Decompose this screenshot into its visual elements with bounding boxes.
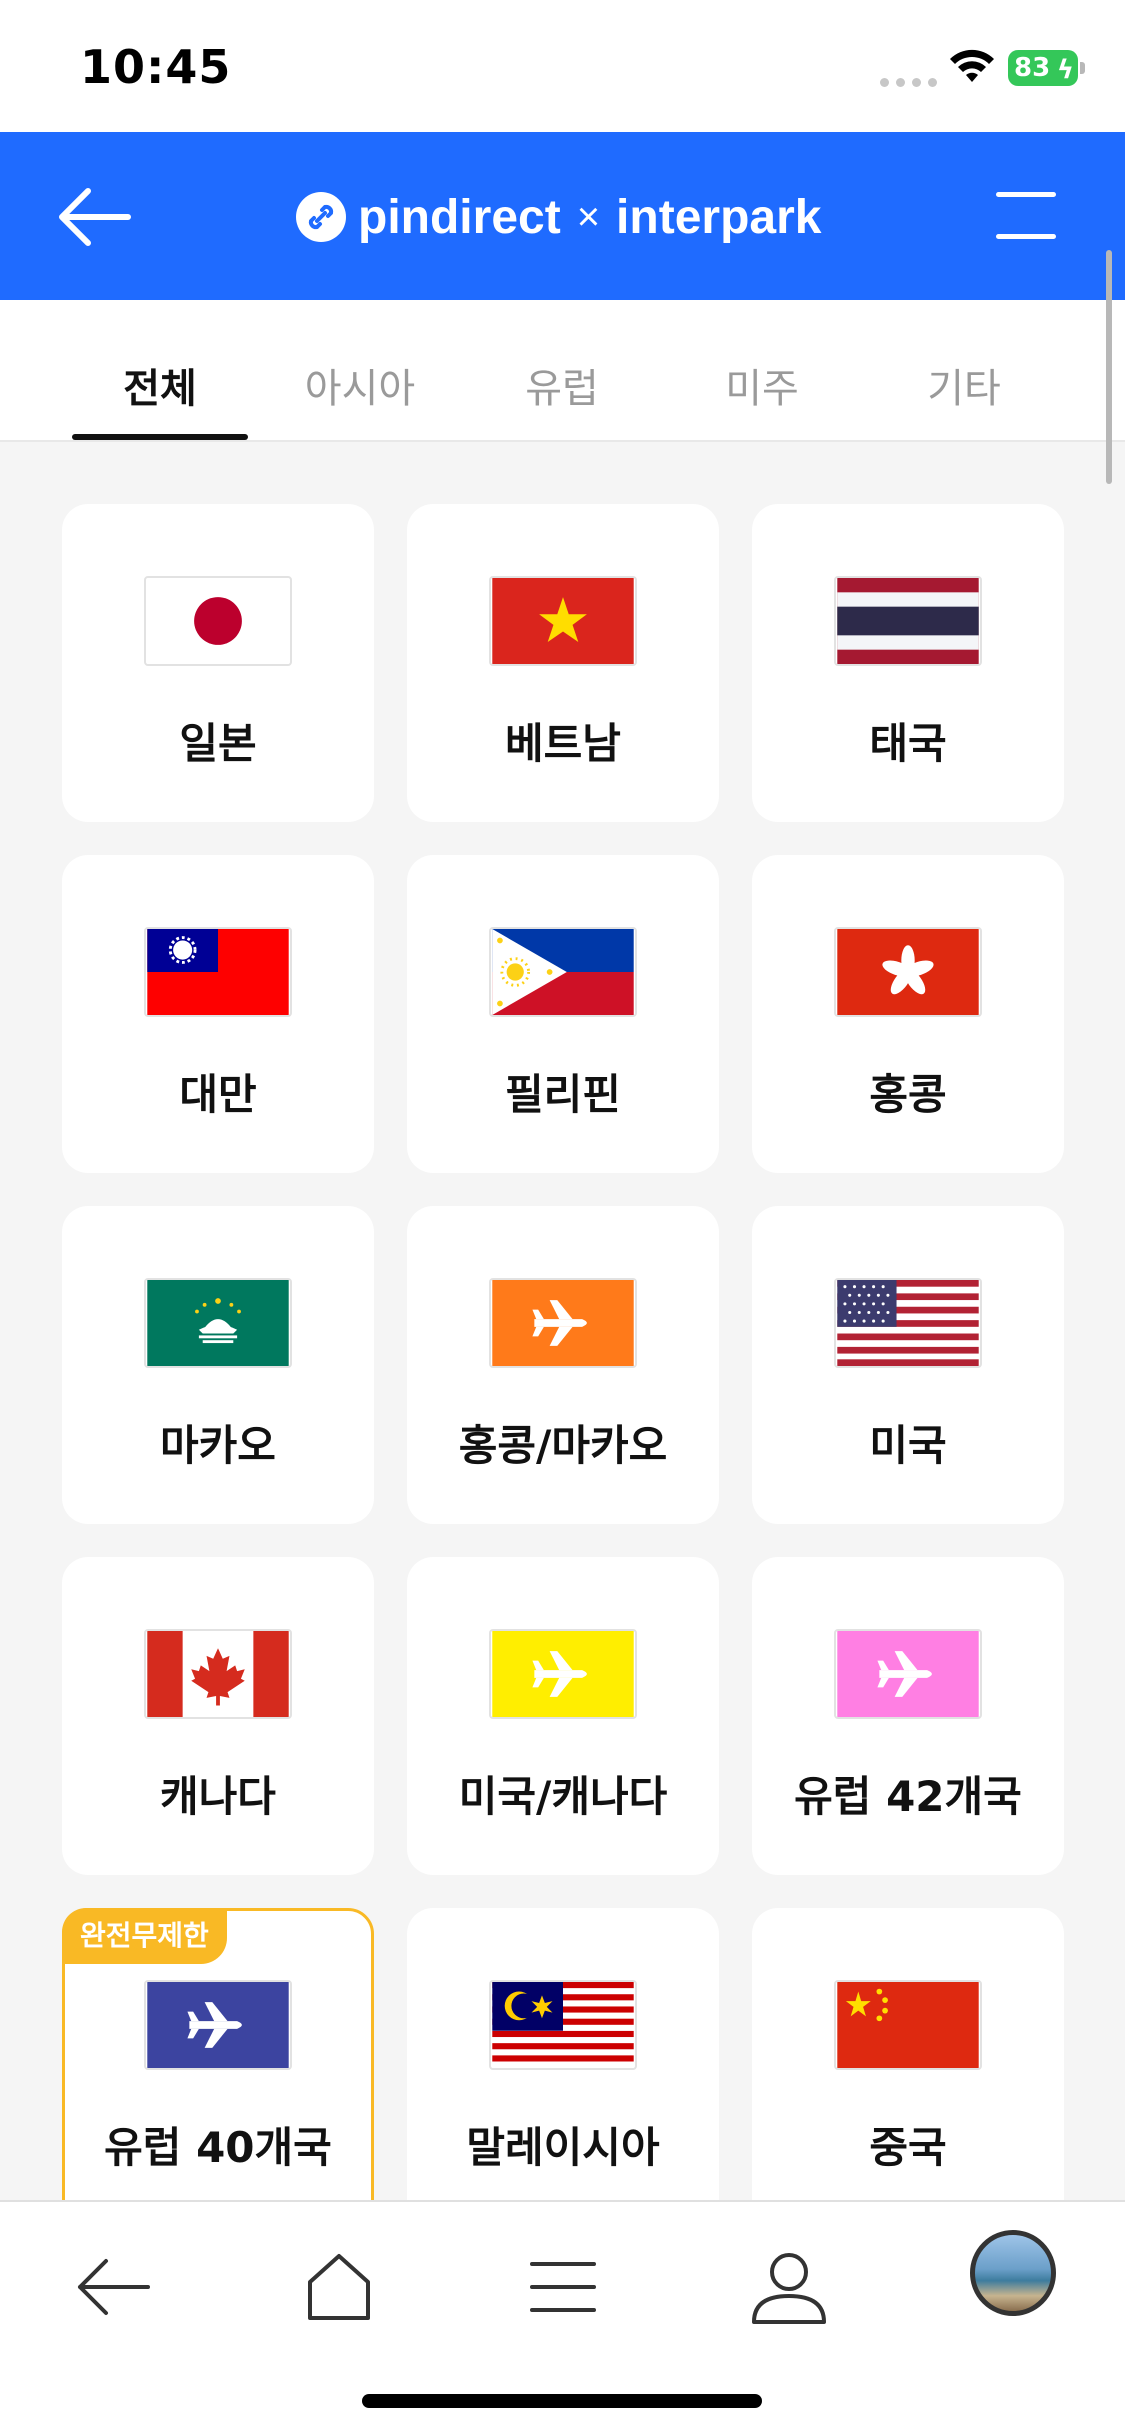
airplane-orange-icon [489, 1278, 637, 1368]
vietnam-flag-icon [489, 576, 637, 666]
destination-card-taiwan[interactable]: 대만 [62, 855, 374, 1173]
china-flag-icon [834, 1980, 982, 2070]
status-bar: 10:45 83 ϟ [0, 0, 1125, 132]
destination-card-malaysia[interactable]: 말레이시아 [407, 1908, 719, 2200]
unlimited-badge: 완전무제한 [62, 1908, 227, 1964]
destination-label: 미국/캐나다 [458, 1772, 668, 1821]
malaysia-flag-icon [489, 1980, 637, 2070]
cellular-signal-icon [880, 78, 937, 87]
hamburger-menu-icon[interactable] [996, 188, 1060, 244]
destination-label: 중국 [869, 2123, 947, 2172]
destination-card-hongkong-macau[interactable]: 홍콩/마카오 [407, 1206, 719, 1524]
destination-grid: 일본 베트남 태국 대만 필리핀 홍콩 마카오 홍콩/마카오 미국 캐나다 미국… [0, 444, 1125, 2200]
back-arrow-icon[interactable] [56, 182, 136, 252]
destination-label: 홍콩 [869, 1070, 947, 1119]
destination-card-macau[interactable]: 마카오 [62, 1206, 374, 1524]
tab-others[interactable]: 기타 [874, 356, 1054, 414]
brand-separator: × [576, 194, 601, 239]
macau-flag-icon [144, 1278, 292, 1368]
charging-bolt-icon: ϟ [1056, 55, 1074, 85]
back-icon[interactable] [68, 2242, 158, 2332]
destination-label: 유럽 40개국 [104, 2123, 332, 2172]
destination-label: 말레이시아 [466, 2123, 660, 2172]
airplane-navy-icon [144, 1980, 292, 2070]
destination-card-japan[interactable]: 일본 [62, 504, 374, 822]
destination-label: 태국 [869, 719, 947, 768]
destination-label: 미국 [869, 1421, 947, 1470]
destination-card-usa-canada[interactable]: 미국/캐나다 [407, 1557, 719, 1875]
pindirect-logo-icon [296, 192, 346, 242]
destination-card-hongkong[interactable]: 홍콩 [752, 855, 1064, 1173]
destination-label: 일본 [179, 719, 257, 768]
home-indicator [362, 2394, 762, 2408]
status-time: 10:45 [80, 40, 232, 94]
home-icon[interactable] [294, 2242, 384, 2332]
active-tab-indicator [72, 434, 248, 440]
destination-label: 유럽 42개국 [794, 1772, 1022, 1821]
destination-card-vietnam[interactable]: 베트남 [407, 504, 719, 822]
destination-label: 홍콩/마카오 [458, 1421, 668, 1470]
destination-card-europe-40[interactable]: 완전무제한 유럽 40개국 [62, 1908, 374, 2200]
hongkong-flag-icon [834, 927, 982, 1017]
usa-flag-icon [834, 1278, 982, 1368]
philippines-flag-icon [489, 927, 637, 1017]
profile-icon[interactable] [744, 2242, 834, 2332]
destination-label: 대만 [179, 1070, 257, 1119]
destination-card-china[interactable]: 중국 [752, 1908, 1064, 2200]
tab-americas[interactable]: 미주 [672, 356, 852, 414]
taiwan-flag-icon [144, 927, 292, 1017]
destination-card-thailand[interactable]: 태국 [752, 504, 1064, 822]
destination-card-philippines[interactable]: 필리핀 [407, 855, 719, 1173]
partner-name: interpark [616, 190, 822, 244]
tab-all[interactable]: 전체 [70, 356, 250, 414]
destination-card-canada[interactable]: 캐나다 [62, 1557, 374, 1875]
japan-flag-icon [144, 576, 292, 666]
battery-level: 83 [1014, 53, 1051, 83]
tab-europe[interactable]: 유럽 [472, 356, 652, 414]
airplane-yellow-icon [489, 1629, 637, 1719]
avatar[interactable] [970, 2230, 1056, 2316]
destination-label: 캐나다 [160, 1772, 276, 1821]
destination-label: 베트남 [505, 719, 621, 768]
region-tabs: 전체 아시아 유럽 미주 기타 [0, 300, 1125, 442]
destination-label: 마카오 [160, 1421, 276, 1470]
destination-card-europe-42[interactable]: 유럽 42개국 [752, 1557, 1064, 1875]
destination-label: 필리핀 [505, 1070, 621, 1119]
destination-card-usa[interactable]: 미국 [752, 1206, 1064, 1524]
canada-flag-icon [144, 1629, 292, 1719]
wifi-icon [950, 49, 994, 82]
app-header: pindirect × interpark [0, 132, 1125, 300]
brand-name: pindirect [358, 190, 561, 244]
menu-icon[interactable] [518, 2242, 608, 2332]
airplane-pink-icon [834, 1629, 982, 1719]
brand-logo: pindirect × interpark [296, 182, 821, 252]
tab-asia[interactable]: 아시아 [270, 356, 450, 414]
thailand-flag-icon [834, 576, 982, 666]
battery-icon: 83 ϟ [1008, 50, 1085, 86]
